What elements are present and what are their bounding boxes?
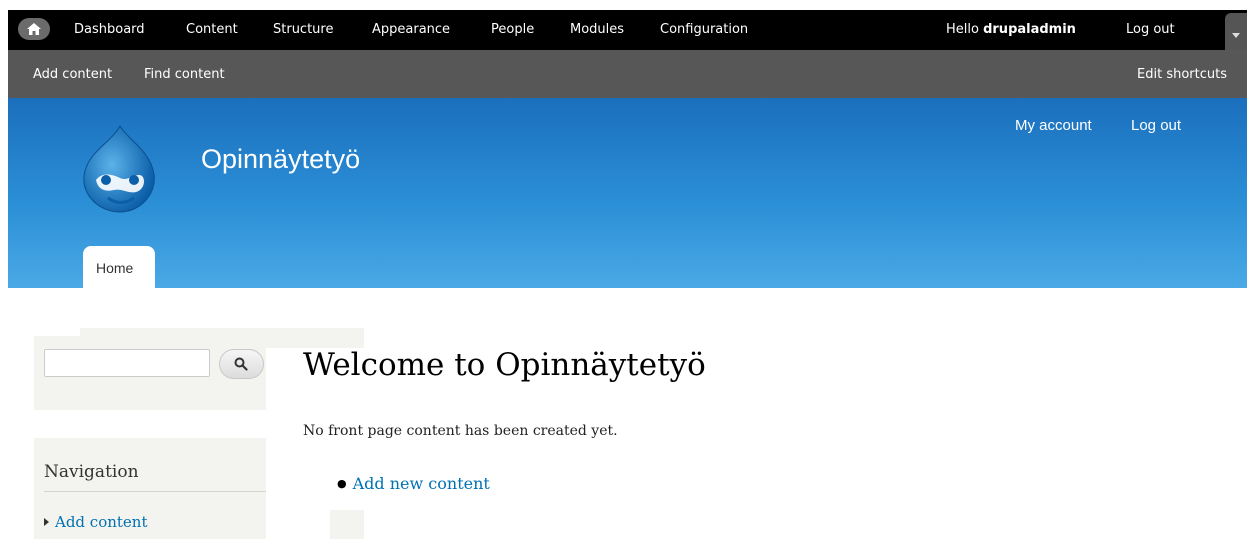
page-title: Welcome to Opinnäytetyö: [303, 347, 706, 383]
sidebar-background-bottom: [330, 510, 364, 539]
home-button[interactable]: [18, 18, 50, 40]
add-new-content-link[interactable]: Add new content: [353, 474, 490, 493]
search-button[interactable]: [219, 349, 264, 379]
search-input[interactable]: [44, 349, 210, 377]
username[interactable]: drupaladmin: [983, 22, 1076, 37]
toolbar-content[interactable]: Content: [186, 22, 238, 37]
toolbar-modules[interactable]: Modules: [570, 22, 624, 37]
nav-item-add-content[interactable]: Add content: [44, 513, 148, 531]
my-account-link[interactable]: My account: [1015, 117, 1092, 134]
drupal-logo[interactable]: [74, 122, 170, 218]
site-name[interactable]: Opinnäytetyö: [201, 144, 360, 175]
site-header: Opinnäytetyö My account Log out Home: [8, 98, 1247, 288]
toolbar-appearance[interactable]: Appearance: [372, 22, 450, 37]
navigation-title: Navigation: [44, 462, 139, 482]
toolbar-structure[interactable]: Structure: [273, 22, 333, 37]
tab-home[interactable]: Home: [83, 246, 155, 288]
shortcut-add-content[interactable]: Add content: [33, 67, 112, 82]
toolbar-logout[interactable]: Log out: [1126, 22, 1175, 37]
edit-shortcuts-link[interactable]: Edit shortcuts: [1137, 67, 1227, 82]
divider: [44, 491, 266, 492]
shortcuts-bar: Add content Find content Edit shortcuts: [8, 50, 1247, 98]
nav-item-label[interactable]: Add content: [55, 513, 148, 531]
shortcut-find-content[interactable]: Find content: [144, 67, 225, 82]
header-logout-link[interactable]: Log out: [1131, 117, 1181, 134]
chevron-down-icon: [1232, 33, 1240, 38]
admin-toolbar: Dashboard Content Structure Appearance P…: [8, 10, 1247, 50]
toolbar-drawer-toggle[interactable]: [1225, 13, 1247, 50]
navigation-block: Navigation Add content: [34, 438, 266, 539]
home-icon: [27, 23, 41, 35]
arrow-right-icon: [44, 518, 49, 526]
bullet-icon: ●: [337, 477, 347, 490]
search-block: [34, 336, 266, 410]
toolbar-configuration[interactable]: Configuration: [660, 22, 748, 37]
user-greeting: Hello drupaladmin: [946, 22, 1076, 37]
list-item: ● Add new content: [337, 474, 490, 493]
search-icon: [234, 357, 248, 371]
greeting-text: Hello: [946, 22, 984, 37]
toolbar-dashboard[interactable]: Dashboard: [74, 22, 145, 37]
tab-home-label: Home: [96, 260, 134, 276]
front-page-message: No front page content has been created y…: [303, 423, 618, 439]
toolbar-people[interactable]: People: [491, 22, 534, 37]
